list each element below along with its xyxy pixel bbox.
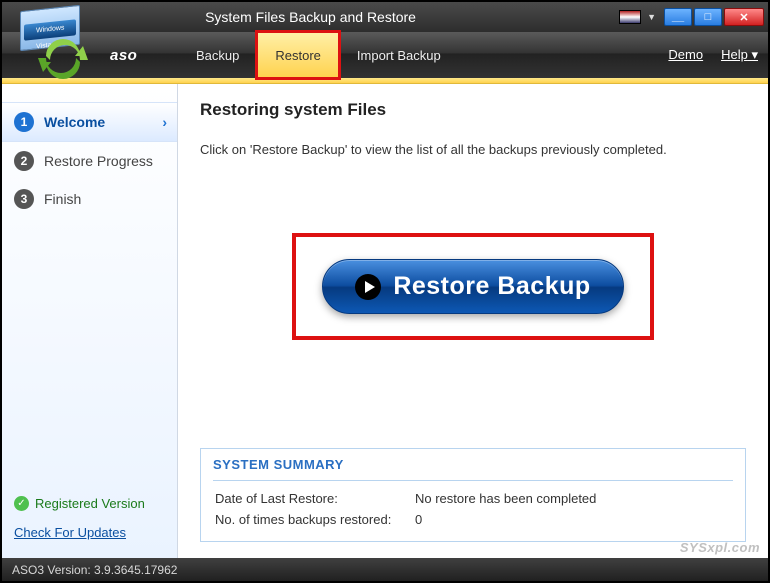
restore-backup-button[interactable]: Restore Backup xyxy=(322,259,623,314)
app-icon: Windows Vista xyxy=(12,8,102,78)
tab-label: Import Backup xyxy=(357,48,441,63)
toolbar-links: Demo Help ▾ xyxy=(668,47,758,63)
window-controls: __ □ ✕ xyxy=(664,8,764,26)
chevron-down-icon: ▼ xyxy=(647,12,656,22)
step-label: Restore Progress xyxy=(44,153,153,169)
step-number: 3 xyxy=(14,189,34,209)
system-summary: SYSTEM SUMMARY Date of Last Restore: No … xyxy=(200,448,746,542)
version-text: ASO3 Version: 3.9.3645.17962 xyxy=(12,563,177,577)
main: 1 Welcome 2 Restore Progress 3 Finish ✓ … xyxy=(2,84,768,558)
flag-icon xyxy=(619,10,641,24)
demo-link[interactable]: Demo xyxy=(668,47,703,63)
summary-value: No restore has been completed xyxy=(415,491,596,506)
language-selector[interactable]: ▼ xyxy=(619,10,656,24)
highlight-box: Restore Backup xyxy=(292,233,653,340)
tab-import-backup[interactable]: Import Backup xyxy=(339,32,459,78)
check-icon: ✓ xyxy=(14,496,29,511)
button-label: Restore Backup xyxy=(393,272,590,301)
step-finish[interactable]: 3 Finish xyxy=(2,180,177,218)
summary-row: Date of Last Restore: No restore has bee… xyxy=(215,491,731,506)
page-description: Click on 'Restore Backup' to view the li… xyxy=(200,142,746,157)
check-updates-link[interactable]: Check For Updates xyxy=(14,525,165,540)
play-icon xyxy=(355,274,381,300)
status-bar: ASO3 Version: 3.9.3645.17962 xyxy=(2,558,768,581)
summary-header: SYSTEM SUMMARY xyxy=(213,457,733,481)
minimize-button[interactable]: __ xyxy=(664,8,692,26)
sidebar: 1 Welcome 2 Restore Progress 3 Finish ✓ … xyxy=(2,84,178,558)
titlebar: System Files Backup and Restore ▼ __ □ ✕ xyxy=(2,2,768,32)
registered-status: ✓ Registered Version xyxy=(14,496,165,511)
step-welcome[interactable]: 1 Welcome xyxy=(2,102,177,142)
registered-label: Registered Version xyxy=(35,496,145,511)
step-number: 1 xyxy=(14,112,34,132)
page-title: Restoring system Files xyxy=(200,100,746,120)
step-label: Finish xyxy=(44,191,81,207)
steps-list: 1 Welcome 2 Restore Progress 3 Finish xyxy=(2,84,177,218)
content: Restoring system Files Click on 'Restore… xyxy=(178,84,768,558)
close-button[interactable]: ✕ xyxy=(724,8,764,26)
sidebar-footer: ✓ Registered Version Check For Updates xyxy=(2,486,177,558)
tabs: Backup Restore Import Backup xyxy=(178,32,459,78)
watermark-text: SYSxpl.com xyxy=(680,540,760,555)
recycle-arrows-icon xyxy=(38,38,88,80)
tab-label: Backup xyxy=(196,48,239,63)
tab-backup[interactable]: Backup xyxy=(178,32,257,78)
toolbar: aso Backup Restore Import Backup Demo He… xyxy=(2,32,768,78)
summary-value: 0 xyxy=(415,512,422,527)
step-restore-progress[interactable]: 2 Restore Progress xyxy=(2,142,177,180)
help-link[interactable]: Help ▾ xyxy=(721,47,758,63)
summary-key: No. of times backups restored: xyxy=(215,512,415,527)
summary-row: No. of times backups restored: 0 xyxy=(215,512,731,527)
step-label: Welcome xyxy=(44,114,105,130)
maximize-button[interactable]: □ xyxy=(694,8,722,26)
summary-key: Date of Last Restore: xyxy=(215,491,415,506)
step-number: 2 xyxy=(14,151,34,171)
tab-restore[interactable]: Restore xyxy=(257,32,339,78)
tab-label: Restore xyxy=(275,48,321,63)
